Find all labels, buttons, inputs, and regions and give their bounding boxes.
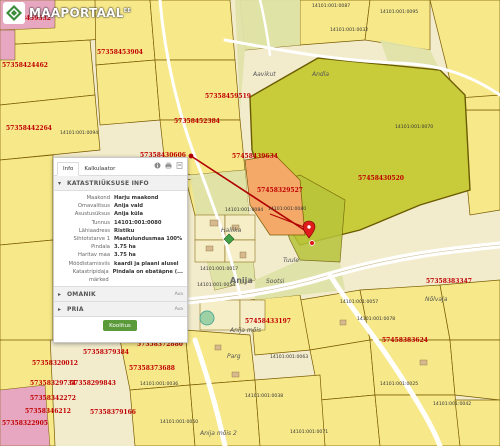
map-label-place: Sootsi: [266, 278, 285, 285]
chevron-right-icon: ▸: [58, 291, 62, 299]
open-link[interactable]: Ava: [175, 307, 183, 312]
map-label-red: 57358459519: [205, 93, 251, 100]
map-label-place: Parg: [227, 353, 241, 360]
map-label-cadastre: 14101:001:0032: [330, 28, 369, 33]
section-owner[interactable]: ▸ OMANIK Ava: [54, 286, 187, 303]
document-icon[interactable]: [176, 162, 183, 169]
info-row: Lähiaadress Ristiku: [78, 227, 135, 234]
map-label-cadastre: 14101:001:0071: [290, 430, 329, 435]
map-label-red: 57458430520: [358, 175, 404, 182]
map-label-cadastre: 14101:001:0057: [340, 300, 379, 305]
map-label-cadastre: 14101:001:0095: [380, 10, 419, 15]
map-label-cadastre: 14101:001:0036: [140, 382, 179, 387]
section-title: KATASTRIÜKSUSE INFO: [67, 180, 149, 187]
map-label-cadastre: 14101:001:0080: [268, 207, 307, 212]
map-label-place: Nõlvaja: [425, 296, 448, 303]
map-label-red: 57358373688: [129, 365, 175, 372]
map-label-place: Anija mõis 2: [200, 430, 237, 437]
map-label-red: 57458433197: [245, 318, 291, 325]
info-row: Asustusüksus Anija küla: [74, 211, 143, 218]
map-label-red: 57358452384: [174, 118, 220, 125]
map-label-cadastre: 14101:001:0084: [225, 208, 264, 213]
map-label-red: 57358329734: [30, 380, 76, 387]
map-label-red: 57458383624: [382, 337, 428, 344]
info-icon[interactable]: [154, 162, 161, 169]
tab-calculator[interactable]: Kalkulaator: [79, 163, 120, 175]
map-label-cadastre: 14101:001:0063: [270, 355, 309, 360]
info-row: Omavalitsus Anija vald: [77, 203, 143, 210]
map-label-red: 57358383347: [426, 278, 472, 285]
maaportaal-logo[interactable]: MAAPORTAALEE: [3, 2, 131, 24]
map-label-red: 57358379166: [90, 409, 136, 416]
map-label-place: Anija: [230, 276, 253, 285]
section-title: OMANIK: [67, 291, 96, 299]
map-label-place: Aavikut: [253, 71, 276, 78]
map-label-red: 57358320012: [32, 360, 78, 367]
map-label-cadastre: 14101:001:0070: [395, 125, 434, 130]
info-row: Katastripidaja märked Pindala on ebatäpne…: [72, 268, 183, 284]
info-row: Pindala 3.75 ha: [91, 244, 136, 251]
map-label-red: 57358424462: [2, 62, 48, 69]
map-label-cadastre: 14101:001:0042: [433, 402, 472, 407]
map-label-cadastre: 14101:001:0017: [200, 267, 239, 272]
cadastral-info-rows: Maakond Harju maakond Omavalitsus Anija va…: [54, 191, 187, 286]
training-button[interactable]: Koolitus: [103, 320, 137, 331]
section-title: PRIA: [67, 306, 84, 314]
map-label-red: 57458329527: [257, 187, 303, 194]
panel-tabs: Info Kalkulaator: [54, 158, 187, 176]
map-label-red: 57358322905: [2, 420, 48, 427]
section-cadastral-info[interactable]: ▾ KATASTRIÜKSUSE INFO: [54, 176, 187, 191]
info-row: Tunnus 14101:001:0080: [91, 219, 162, 226]
info-row: Mõõdistamisviis kaardi ja plaani alusel: [68, 260, 179, 267]
section-pria[interactable]: ▸ PRIA Ava: [54, 302, 187, 318]
info-row: Haritav maa 3.75 ha: [78, 252, 136, 259]
logo-icon: [3, 2, 25, 24]
map-label-cadastre: 14101:001:0025: [380, 382, 419, 387]
map-label-cadastre: 14101:001:0038: [245, 394, 284, 399]
map-label-red: 57358453904: [97, 49, 143, 56]
anchor-dot: [188, 153, 194, 159]
map-label-red: 57358346212: [25, 408, 71, 415]
chevron-down-icon: ▾: [58, 180, 62, 187]
map-label-place: Anija mõis: [230, 327, 262, 334]
map-label-cadastre: 14101:001:0078: [357, 317, 396, 322]
map-label-red: 57358342272: [30, 395, 76, 402]
map-label-cadastre: 14101:001:0094: [60, 131, 99, 136]
parcel-info-panel: Info Kalkulaator ▾ KATASTRIÜKSUSE INFO M…: [53, 157, 188, 343]
logo-text: MAAPORTAALEE: [29, 6, 132, 20]
info-row: Maakond Harju maakond: [86, 195, 159, 201]
map-label-cadastre: 14101:001:0050: [160, 420, 199, 425]
tab-info[interactable]: Info: [57, 162, 80, 176]
print-icon[interactable]: [165, 162, 172, 169]
map-label-red: 57358379384: [83, 349, 129, 356]
park-area: [199, 310, 215, 326]
chevron-right-icon: ▸: [58, 306, 62, 314]
pin-dot: [309, 240, 315, 246]
map-label-red: 57358442264: [6, 125, 52, 132]
info-row: Sihtotstarve 1 Maatulundusmaa 100%: [73, 236, 183, 243]
map-label-red: 57458439634: [232, 153, 278, 160]
map-label-place: Andla: [312, 71, 330, 78]
map-label-place: Tuule: [283, 257, 300, 264]
map-label-place: Hallika: [221, 227, 242, 234]
map-label-cadastre: 14101:001:0087: [312, 4, 351, 9]
open-link[interactable]: Ava: [175, 292, 183, 297]
panel-tools: [154, 162, 183, 169]
map-label-red: 57358299843: [70, 380, 116, 387]
